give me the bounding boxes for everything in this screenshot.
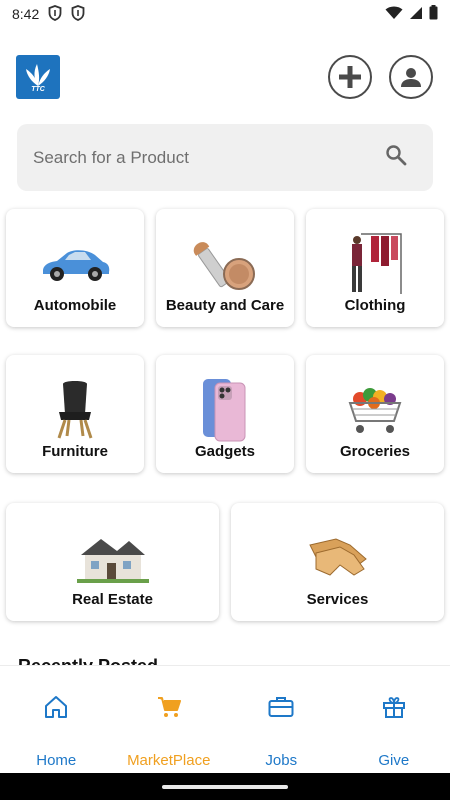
nav-item-home[interactable]: Home [0,666,113,773]
house-icon [76,523,149,593]
nav-item-marketplace[interactable]: MarketPlace [113,666,226,773]
category-card-beauty-and-care[interactable]: Beauty and Care [156,209,294,327]
category-label: Gadgets [194,443,255,460]
category-card-gadgets[interactable]: Gadgets [156,355,294,473]
smartphone-icon [201,375,249,445]
user-icon [401,68,421,87]
category-card-furniture[interactable]: Furniture [6,355,144,473]
profile-button[interactable] [389,55,433,99]
logo-text: TTC [31,85,45,93]
app-header: TTC [16,54,434,100]
system-nav-bar [0,773,450,800]
signal-icon [409,6,423,23]
makeup-brush-icon [189,229,261,299]
category-label: Automobile [33,297,117,314]
search-input[interactable] [33,147,385,168]
leaf-logo-icon [26,63,50,86]
search-bar[interactable] [17,124,433,191]
category-card-clothing[interactable]: Clothing [306,209,444,327]
nav-item-give[interactable]: Give [338,666,450,773]
nav-label: Home [36,752,77,769]
clothing-rack-icon [347,229,403,299]
car-icon [39,229,111,299]
plus-icon [339,66,361,88]
add-post-button[interactable] [328,55,372,99]
category-label: Real Estate [72,591,153,608]
battery-icon [429,5,438,23]
grocery-cart-icon [344,375,406,445]
category-label: Groceries [339,443,411,460]
nav-label: Jobs [265,752,298,769]
category-card-services[interactable]: Services [231,503,444,621]
briefcase-icon [268,694,294,720]
app-logo[interactable]: TTC [16,55,60,99]
category-label: Services [306,591,369,608]
nav-item-jobs[interactable]: Jobs [225,666,338,773]
cart-icon [157,694,181,720]
shield-icon [71,4,85,24]
search-icon[interactable] [385,144,407,171]
category-card-groceries[interactable]: Groceries [306,355,444,473]
category-label: Clothing [344,297,406,314]
nav-label: MarketPlace [127,752,211,769]
bottom-nav: Home MarketPlace Jobs Give [0,665,450,773]
category-card-automobile[interactable]: Automobile [6,209,144,327]
category-card-real-estate[interactable]: Real Estate [6,503,219,621]
gesture-handle[interactable] [162,784,288,789]
category-label: Furniture [42,443,108,460]
shield-icon [48,4,62,24]
gloves-icon [306,523,370,593]
category-label: Beauty and Care [165,297,285,314]
home-icon [43,694,69,720]
chair-icon [53,375,97,445]
status-bar: 8:42 [0,0,450,28]
nav-label: Give [378,752,410,769]
gift-icon [382,694,406,720]
status-time: 8:42 [12,6,40,22]
wifi-icon [385,6,403,23]
